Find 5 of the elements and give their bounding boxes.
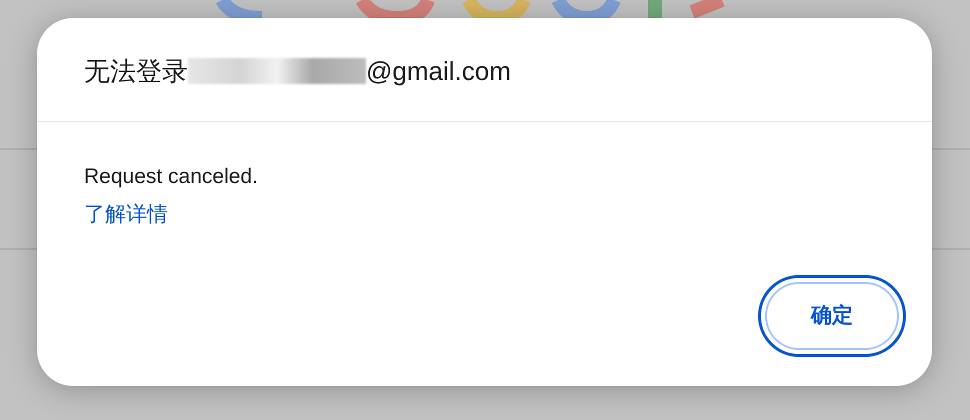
learn-more-link[interactable]: 了解详情 xyxy=(84,200,168,230)
title-text: 无法登录 xyxy=(84,54,188,88)
ok-button[interactable]: 确定 xyxy=(758,275,906,357)
message-text: Request canceled. xyxy=(84,164,258,190)
email-text: @gmail.com xyxy=(366,54,511,88)
